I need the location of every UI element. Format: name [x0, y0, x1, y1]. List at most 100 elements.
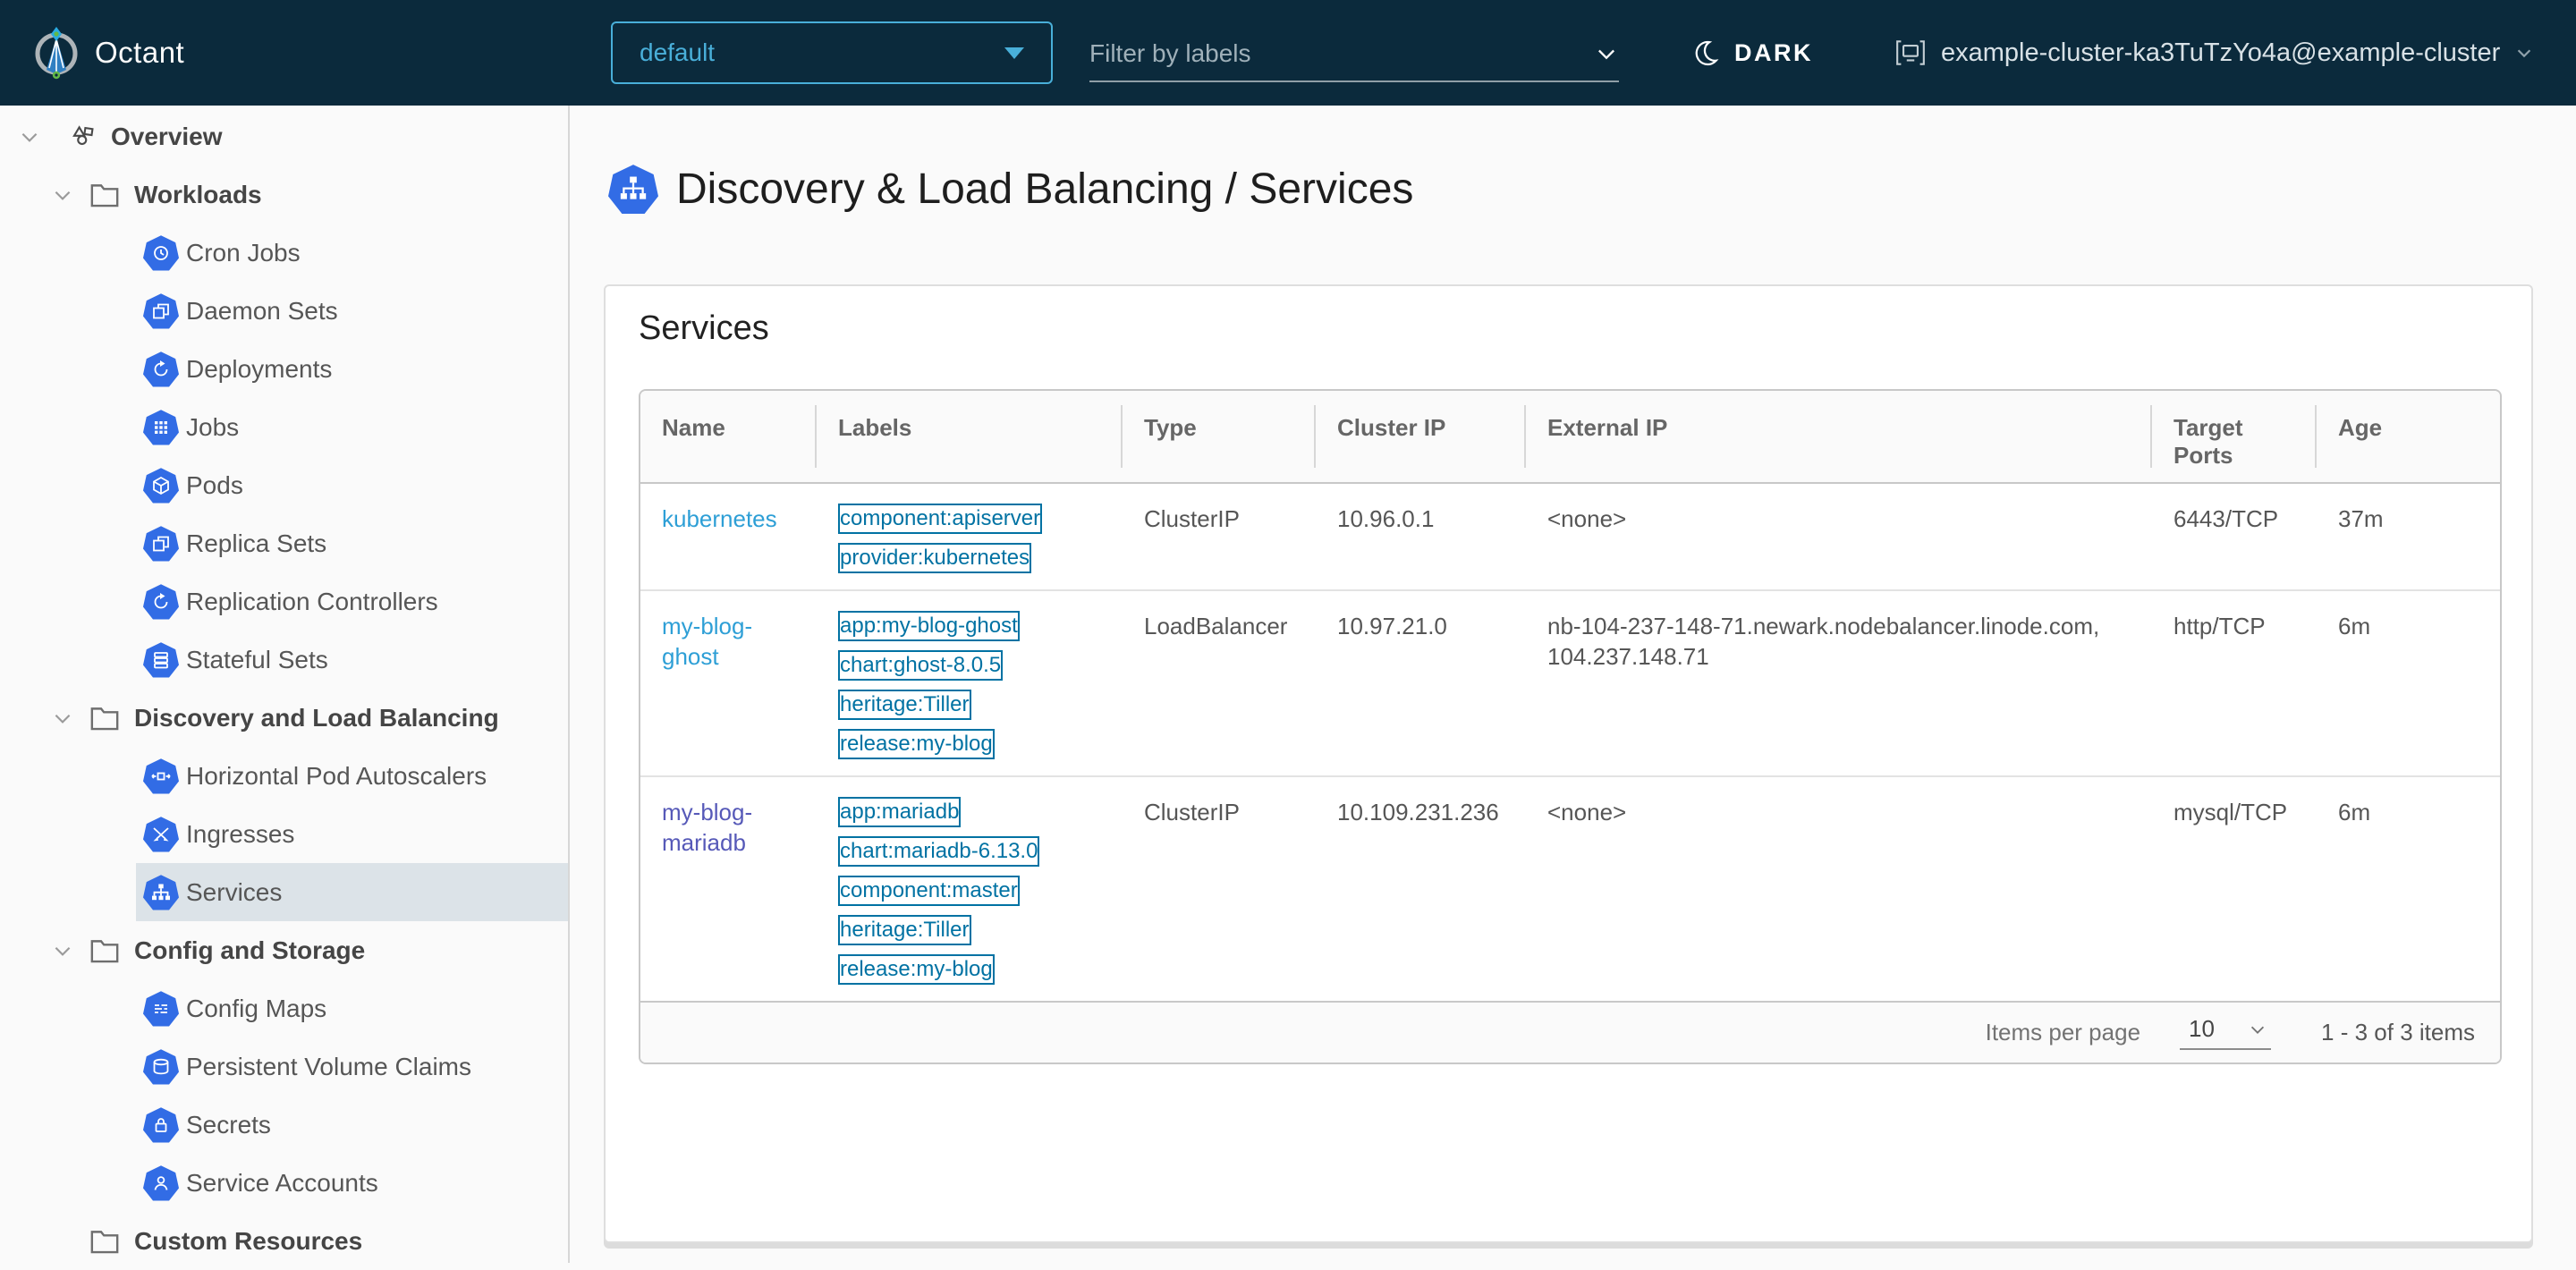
folder-icon — [89, 1226, 120, 1257]
sidebar-item-discovery-and-load-balancing[interactable]: Discovery and Load Balancing — [0, 689, 568, 747]
label-chip[interactable]: heritage:Tiller — [838, 915, 971, 945]
app-title: Octant — [95, 36, 184, 70]
label-chip[interactable]: app:my-blog-ghost — [838, 611, 1020, 641]
datagrid-footer: Items per page 10 1 - 3 of 3 items — [640, 1001, 2500, 1063]
service-name-link[interactable]: my-blog-ghost — [662, 613, 752, 670]
column-header-external-ip: External IP — [1526, 391, 2152, 483]
age-cell: 37m — [2317, 483, 2502, 590]
sidebar-item-replication-controllers[interactable]: Replication Controllers — [0, 572, 568, 631]
column-header-age: Age — [2317, 391, 2502, 483]
cluster-context-selector[interactable]: example-cluster-ka3TuTzYo4a@example-clus… — [1894, 0, 2534, 106]
sidebar-item-custom-resources[interactable]: Custom Resources — [0, 1212, 568, 1270]
sidebar-item-label: Pods — [186, 471, 243, 500]
chevron-down-icon[interactable] — [51, 939, 74, 962]
cronjob-icon — [143, 235, 179, 271]
label-chip[interactable]: component:master — [838, 876, 1020, 906]
service-name-link[interactable]: kubernetes — [662, 505, 777, 532]
label-chip[interactable]: app:mariadb — [838, 797, 961, 827]
target-ports-cell: 6443/TCP — [2152, 483, 2317, 590]
theme-toggle-button[interactable]: DARK — [1693, 0, 1813, 106]
label-chip[interactable]: chart:ghost-8.0.5 — [838, 650, 1003, 681]
replicaset-icon — [143, 526, 179, 562]
sidebar-item-label: Replica Sets — [186, 529, 326, 558]
pod-icon — [143, 468, 179, 504]
sidebar-item-horizontal-pod-autoscalers[interactable]: Horizontal Pod Autoscalers — [0, 747, 568, 805]
sidebar-item-deployments[interactable]: Deployments — [0, 340, 568, 398]
namespace-select[interactable]: default — [611, 21, 1053, 84]
folder-icon — [89, 180, 120, 210]
sidebar-item-persistent-volume-claims[interactable]: Persistent Volume Claims — [0, 1037, 568, 1096]
hpa-icon — [143, 758, 179, 794]
label-chip[interactable]: component:apiserver — [838, 504, 1042, 534]
label-chip[interactable]: chart:mariadb-6.13.0 — [838, 836, 1039, 867]
sidebar-item-secrets[interactable]: Secrets — [0, 1096, 568, 1154]
target-ports-cell: http/TCP — [2152, 590, 2317, 776]
external-ip-cell: <none> — [1526, 776, 2152, 1001]
column-header-type: Type — [1123, 391, 1316, 483]
service-icon — [608, 164, 658, 214]
label-chip[interactable]: provider:kubernetes — [838, 543, 1031, 573]
brand: Octant — [32, 0, 184, 106]
sidebar-item-replica-sets[interactable]: Replica Sets — [0, 514, 568, 572]
sidebar-item-label: Daemon Sets — [186, 297, 338, 326]
deployment-icon — [143, 351, 179, 387]
statefulset-icon — [143, 642, 179, 678]
chevron-down-icon[interactable] — [18, 125, 41, 148]
card-title: Services — [639, 309, 769, 348]
sidebar-item-daemon-sets[interactable]: Daemon Sets — [0, 282, 568, 340]
cluster-ip-cell: 10.109.231.236 — [1316, 776, 1526, 1001]
sidebar-item-pods[interactable]: Pods — [0, 456, 568, 514]
moon-icon — [1693, 39, 1720, 66]
secret-icon — [143, 1107, 179, 1143]
label-filter-input[interactable] — [1089, 39, 1555, 68]
sidebar-item-label: Workloads — [134, 181, 262, 209]
chevron-down-icon[interactable] — [51, 183, 74, 207]
table-row: kubernetes component:apiserver provider:ku… — [640, 483, 2502, 590]
sidebar-item-label: Discovery and Load Balancing — [134, 704, 499, 732]
name-cell: my-blog-ghost — [640, 590, 817, 776]
table-row: my-blog-ghost app:my-blog-ghost chart:ghos… — [640, 590, 2502, 776]
label-chip[interactable]: release:my-blog — [838, 729, 995, 759]
name-cell: kubernetes — [640, 483, 817, 590]
chevron-down-icon — [2514, 43, 2534, 63]
column-header-labels: Labels — [817, 391, 1123, 483]
chevron-down-icon[interactable] — [1594, 41, 1619, 66]
sidebar-item-label: Replication Controllers — [186, 588, 438, 616]
sidebar-item-label: Persistent Volume Claims — [186, 1053, 471, 1081]
page-title: Discovery & Load Balancing / Services — [608, 164, 1413, 214]
label-chip[interactable]: release:my-blog — [838, 954, 995, 985]
sidebar-item-stateful-sets[interactable]: Stateful Sets — [0, 631, 568, 689]
theme-toggle-label: DARK — [1734, 39, 1813, 67]
cluster-ip-cell: 10.96.0.1 — [1316, 483, 1526, 590]
sidebar-item-config-and-storage[interactable]: Config and Storage — [0, 921, 568, 979]
sidebar-item-jobs[interactable]: Jobs — [0, 398, 568, 456]
name-cell: my-blog-mariadb — [640, 776, 817, 1001]
cluster-ip-cell: 10.97.21.0 — [1316, 590, 1526, 776]
sidebar-item-label: Horizontal Pod Autoscalers — [186, 762, 487, 791]
sidebar-item-label: Secrets — [186, 1111, 271, 1139]
type-cell: ClusterIP — [1123, 776, 1316, 1001]
items-per-page-select[interactable]: 10 — [2180, 1015, 2271, 1050]
chevron-down-icon[interactable] — [51, 707, 74, 730]
sidebar-item-ingresses[interactable]: Ingresses — [0, 805, 568, 863]
cluster-icon — [1894, 38, 1927, 68]
triangle-down-icon — [1004, 47, 1024, 59]
sidebar-item-config-maps[interactable]: Config Maps — [0, 979, 568, 1037]
type-cell: ClusterIP — [1123, 483, 1316, 590]
label-chip[interactable]: heritage:Tiller — [838, 690, 971, 720]
service-name-link[interactable]: my-blog-mariadb — [662, 799, 752, 856]
sidebar-item-cron-jobs[interactable]: Cron Jobs — [0, 224, 568, 282]
column-header-cluster-ip: Cluster IP — [1316, 391, 1526, 483]
sidebar-item-service-accounts[interactable]: Service Accounts — [0, 1154, 568, 1212]
sidebar-item-services[interactable]: Services — [0, 863, 568, 921]
sidebar-item-workloads[interactable]: Workloads — [0, 165, 568, 224]
sidebar-item-label: Config and Storage — [134, 936, 365, 965]
main-content: Discovery & Load Balancing / Services Se… — [572, 106, 2576, 1263]
sidebar-item-label: Config Maps — [186, 995, 326, 1023]
table-header-row: NameLabelsTypeCluster IPExternal IPTarge… — [640, 391, 2502, 483]
sidebar-item-overview[interactable]: Overview — [0, 107, 568, 165]
services-card: Services NameLabelsTypeCluster IPExterna… — [604, 284, 2533, 1243]
ingress-icon — [143, 817, 179, 852]
type-cell: LoadBalancer — [1123, 590, 1316, 776]
folder-icon — [89, 703, 120, 733]
